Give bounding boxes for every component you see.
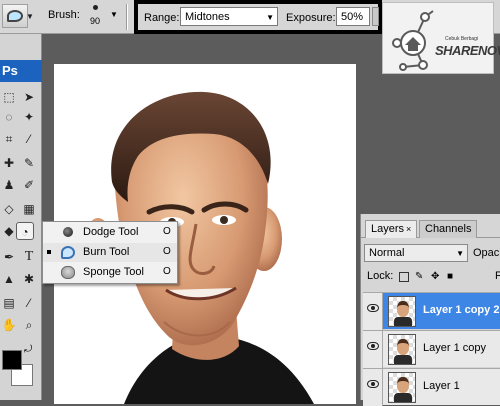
flyout-item-label: Sponge Tool xyxy=(83,266,144,278)
chevron-down-icon[interactable]: ▼ xyxy=(26,12,34,21)
eraser-tool-icon[interactable]: ◇ xyxy=(0,200,18,218)
flyout-item-sponge[interactable]: Sponge Tool O xyxy=(43,263,177,282)
gradient-tool-icon[interactable]: ▦ xyxy=(20,200,38,218)
pen-tool-icon[interactable]: ✒ xyxy=(0,248,18,266)
flyout-item-shortcut: O xyxy=(163,246,171,257)
eye-icon xyxy=(367,304,379,312)
layer-row[interactable]: Layer 1 copy 2 xyxy=(363,292,500,330)
logo-tagline: Cebuk Berbagi xyxy=(445,36,479,42)
logo-text: SHARENOVEL xyxy=(435,43,500,58)
flyout-item-burn[interactable]: Burn Tool O xyxy=(43,243,177,262)
visibility-toggle[interactable] xyxy=(363,369,383,406)
ps-badge: Ps xyxy=(0,60,42,82)
tab-label: Layers xyxy=(371,223,405,235)
history-brush-tool-icon[interactable]: ✐ xyxy=(20,176,38,194)
burn-icon xyxy=(7,10,23,22)
path-selection-tool-icon[interactable]: ▲ xyxy=(0,270,18,288)
eye-icon xyxy=(367,342,379,350)
brush-tool-icon[interactable]: ✎ xyxy=(20,154,38,172)
brush-label: Brush: xyxy=(48,9,80,21)
dodge-icon xyxy=(63,227,73,237)
exposure-label: Exposure: xyxy=(286,12,336,24)
chevron-down-icon: ▼ xyxy=(266,13,274,22)
lock-position-icon[interactable]: ✥ xyxy=(431,272,441,282)
layer-row[interactable]: Layer 1 copy xyxy=(363,330,500,368)
panel-tabs: Layers × Channels xyxy=(361,218,500,238)
active-tool-bullet xyxy=(47,250,51,254)
burn-tool-icon[interactable]: ◔ xyxy=(16,222,34,240)
lock-transparency-icon[interactable] xyxy=(399,272,409,282)
crop-tool-icon[interactable]: ⌗ xyxy=(0,130,18,148)
hand-tool-icon[interactable]: ✋ xyxy=(0,316,18,334)
range-exposure-highlight: Range: Midtones ▼ Exposure: 50% xyxy=(134,0,382,34)
eyedropper-tool-icon[interactable]: ⁄ xyxy=(20,130,38,148)
flyout-item-label: Burn Tool xyxy=(83,246,130,258)
house-network-icon xyxy=(392,10,434,71)
logo: Cebuk Berbagi SHARENOVEL xyxy=(382,2,500,74)
eye-icon xyxy=(367,380,379,388)
sponge-icon xyxy=(61,266,75,279)
divider xyxy=(126,4,128,30)
layers-panel: Layers × Channels Normal ▼ Opaci Lock: ✎ … xyxy=(360,214,500,406)
flyout-item-shortcut: O xyxy=(163,226,171,237)
clone-stamp-tool-icon[interactable]: ♟ xyxy=(0,176,18,194)
brush-preset-picker[interactable]: 90 xyxy=(86,3,104,26)
range-select[interactable]: Midtones ▼ xyxy=(180,7,278,26)
zoom-tool-icon[interactable]: ⌕ xyxy=(20,316,38,334)
tool-preset-picker[interactable] xyxy=(2,4,28,28)
lock-row: Lock: ✎ ✥ ■ F xyxy=(367,270,500,286)
layer-row[interactable]: Layer 1 xyxy=(363,368,500,406)
flyout-item-shortcut: O xyxy=(163,266,171,277)
range-label: Range: xyxy=(144,12,180,24)
swap-colors-icon[interactable]: ⤾ xyxy=(24,344,32,355)
lock-pixels-icon[interactable]: ✎ xyxy=(415,272,425,282)
blend-mode-value: Normal xyxy=(369,247,405,259)
lock-label: Lock: xyxy=(367,270,394,282)
layer-thumbnail xyxy=(388,334,416,365)
toning-tool-flyout: Dodge Tool O Burn Tool O Sponge Tool O xyxy=(42,221,178,284)
toolbox: Ps ⬚ ➤ ◌ ✦ ⌗ ⁄ ✚ ✎ ♟ ✐ ◇ ▦ ◆ ◔ ✒ T ▲ ✱ ▤… xyxy=(0,34,42,400)
chevron-down-icon: ▼ xyxy=(456,249,464,258)
lasso-tool-icon[interactable]: ◌ xyxy=(0,108,18,126)
healing-brush-tool-icon[interactable]: ✚ xyxy=(0,154,18,172)
magic-wand-tool-icon[interactable]: ✦ xyxy=(20,108,38,126)
notes-tool-icon[interactable]: ▤ xyxy=(0,294,18,312)
flyout-item-dodge[interactable]: Dodge Tool O xyxy=(43,223,177,242)
foreground-color-swatch[interactable] xyxy=(2,350,22,370)
layer-name: Layer 1 copy xyxy=(423,342,486,354)
layer-thumbnail xyxy=(388,296,416,327)
layer-thumbnail xyxy=(388,372,416,403)
brush-tip-icon xyxy=(92,5,98,10)
flyout-item-label: Dodge Tool xyxy=(83,226,139,238)
fill-label: F xyxy=(495,270,500,282)
marquee-tool-icon[interactable]: ⬚ xyxy=(0,88,18,106)
layer-name: Layer 1 copy 2 xyxy=(423,304,500,316)
type-tool-icon[interactable]: T xyxy=(20,248,38,266)
visibility-toggle[interactable] xyxy=(363,293,383,330)
burn-icon xyxy=(61,246,75,259)
lock-all-icon[interactable]: ■ xyxy=(447,272,457,282)
range-value: Midtones xyxy=(185,11,230,23)
exposure-slider-toggle[interactable] xyxy=(372,7,379,26)
layer-name: Layer 1 xyxy=(423,380,460,392)
exposure-input[interactable]: 50% xyxy=(336,7,370,26)
tab-channels[interactable]: Channels xyxy=(419,220,478,238)
custom-shape-tool-icon[interactable]: ✱ xyxy=(20,270,38,288)
tab-layers[interactable]: Layers × xyxy=(365,220,418,238)
blend-mode-select[interactable]: Normal ▼ xyxy=(364,244,468,262)
brush-size-value: 90 xyxy=(89,16,100,26)
eyedropper-icon[interactable]: ⁄ xyxy=(20,294,38,312)
close-icon[interactable]: × xyxy=(406,224,411,234)
move-tool-icon[interactable]: ➤ xyxy=(20,88,38,106)
chevron-down-icon[interactable]: ▼ xyxy=(110,10,118,19)
opacity-label: Opaci xyxy=(473,247,500,259)
visibility-toggle[interactable] xyxy=(363,331,383,368)
